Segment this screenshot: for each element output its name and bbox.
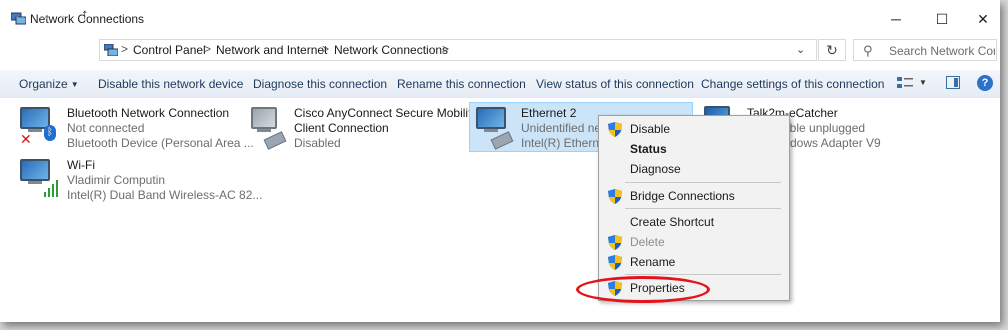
signal-strength-icon — [44, 179, 60, 197]
breadcrumb-control-panel[interactable]: Control Panel — [133, 43, 206, 57]
view-status-button[interactable]: View status of this connection — [536, 77, 694, 91]
address-dropdown-icon[interactable]: ⌄ — [796, 43, 805, 56]
breadcrumb-network-connections[interactable]: Network Connections — [334, 43, 448, 57]
bluetooth-network-icon: ᛒ ✕ — [18, 105, 58, 149]
forward-button[interactable]: → — [37, 7, 51, 23]
shield-icon — [608, 189, 622, 204]
connection-device: Intel(R) Ethernet — [521, 136, 610, 150]
menu-item-label: Delete — [630, 235, 665, 249]
menu-item-rename[interactable]: Rename — [601, 252, 787, 272]
chevron-down-icon: ▼ — [70, 80, 79, 89]
connection-name: Ethernet 2 — [521, 106, 577, 120]
back-button[interactable]: ← — [13, 7, 27, 23]
search-icon: ⚲ — [863, 43, 873, 58]
menu-item-delete[interactable]: Delete — [601, 232, 787, 252]
breadcrumb-separator: > — [121, 42, 129, 56]
connection-status: Vladimir Computin — [67, 173, 166, 187]
view-options-dropdown-icon[interactable]: ▼ — [919, 78, 927, 87]
organize-label: Organize — [19, 77, 68, 91]
breadcrumb-separator[interactable]: > — [204, 42, 211, 56]
connection-device: Intel(R) Dual Band Wireless-AC 82... — [67, 188, 263, 202]
preview-pane-icon[interactable] — [946, 76, 960, 89]
up-button[interactable]: ↑ — [81, 6, 89, 23]
context-menu: Disable Status Diagnose Bridge Connectio… — [598, 115, 790, 301]
shield-icon — [608, 235, 622, 250]
rename-connection-button[interactable]: Rename this connection — [397, 77, 526, 91]
explorer-window: Network Connections ─ ☐ ✕ ← → ⌄ ↑ > Cont… — [0, 0, 1000, 322]
recent-locations-button[interactable]: ⌄ — [58, 10, 66, 21]
address-bar[interactable]: > Control Panel > Network and Internet >… — [99, 39, 817, 61]
connection-device: Bluetooth Device (Personal Area ... — [67, 136, 254, 150]
breadcrumb-network-and-internet[interactable]: Network and Internet — [216, 43, 327, 57]
menu-item-diagnose[interactable]: Diagnose — [601, 159, 787, 179]
menu-item-label: Diagnose — [630, 162, 681, 176]
refresh-button[interactable]: ↻ — [818, 39, 846, 61]
help-button[interactable]: ? — [977, 75, 993, 91]
search-placeholder: Search Network Con... — [889, 44, 995, 58]
connection-item-bluetooth[interactable]: ᛒ ✕ Bluetooth Network Connection Not con… — [14, 102, 254, 150]
close-button[interactable]: ✕ — [960, 6, 1006, 32]
menu-item-label: Rename — [630, 255, 676, 269]
breadcrumb-separator[interactable]: > — [322, 42, 329, 56]
connection-name: Cisco AnyConnect Secure Mobility — [294, 106, 478, 120]
menu-item-label: Create Shortcut — [630, 215, 715, 229]
wifi-network-icon — [18, 157, 62, 201]
shield-icon — [608, 122, 622, 137]
diagnose-connection-button[interactable]: Diagnose this connection — [253, 77, 387, 91]
minimize-button[interactable]: ─ — [873, 6, 919, 32]
maximize-button[interactable]: ☐ — [919, 6, 965, 32]
connection-name: Wi-Fi — [67, 158, 95, 172]
menu-separator — [625, 208, 781, 209]
connection-status: cable unplugged — [777, 121, 866, 135]
command-bar: Organize ▼ Disable this network device Di… — [0, 70, 1000, 98]
menu-separator — [625, 274, 781, 275]
connection-name: Bluetooth Network Connection — [67, 106, 230, 120]
menu-item-bridge-connections[interactable]: Bridge Connections — [601, 186, 787, 206]
organize-button[interactable]: Organize ▼ — [19, 77, 79, 91]
disable-device-button[interactable]: Disable this network device — [98, 77, 243, 91]
change-view-icon[interactable] — [897, 76, 913, 90]
connection-item-cisco-anyconnect[interactable]: Cisco AnyConnect Secure Mobility Client … — [243, 102, 477, 150]
breadcrumb-separator[interactable]: > — [442, 42, 449, 56]
menu-item-label: Bridge Connections — [630, 189, 735, 203]
menu-item-label: Status — [630, 142, 667, 156]
control-panel-icon — [104, 44, 118, 56]
menu-item-disable[interactable]: Disable — [601, 119, 787, 139]
ethernet-network-icon — [474, 105, 514, 150]
connection-item-wifi[interactable]: Wi-Fi Vladimir Computin Intel(R) Dual Ba… — [14, 154, 262, 202]
search-input[interactable]: ⚲ Search Network Con... — [853, 39, 997, 61]
disabled-network-icon — [247, 105, 287, 150]
shield-icon — [608, 255, 622, 270]
menu-item-label: Disable — [630, 122, 671, 136]
menu-separator — [625, 182, 781, 183]
connection-name-line2: Client Connection — [294, 121, 389, 135]
menu-item-create-shortcut[interactable]: Create Shortcut — [601, 212, 787, 232]
change-settings-button[interactable]: Change settings of this connection — [701, 77, 884, 91]
connection-status: Disabled — [294, 136, 341, 150]
title-bar: Network Connections ─ ☐ ✕ — [0, 0, 1000, 36]
properties-highlight-circle — [576, 276, 710, 303]
connection-device: dows Adapter V9 — [790, 136, 881, 150]
menu-item-status[interactable]: Status — [601, 139, 787, 159]
connection-status: Not connected — [67, 121, 145, 135]
